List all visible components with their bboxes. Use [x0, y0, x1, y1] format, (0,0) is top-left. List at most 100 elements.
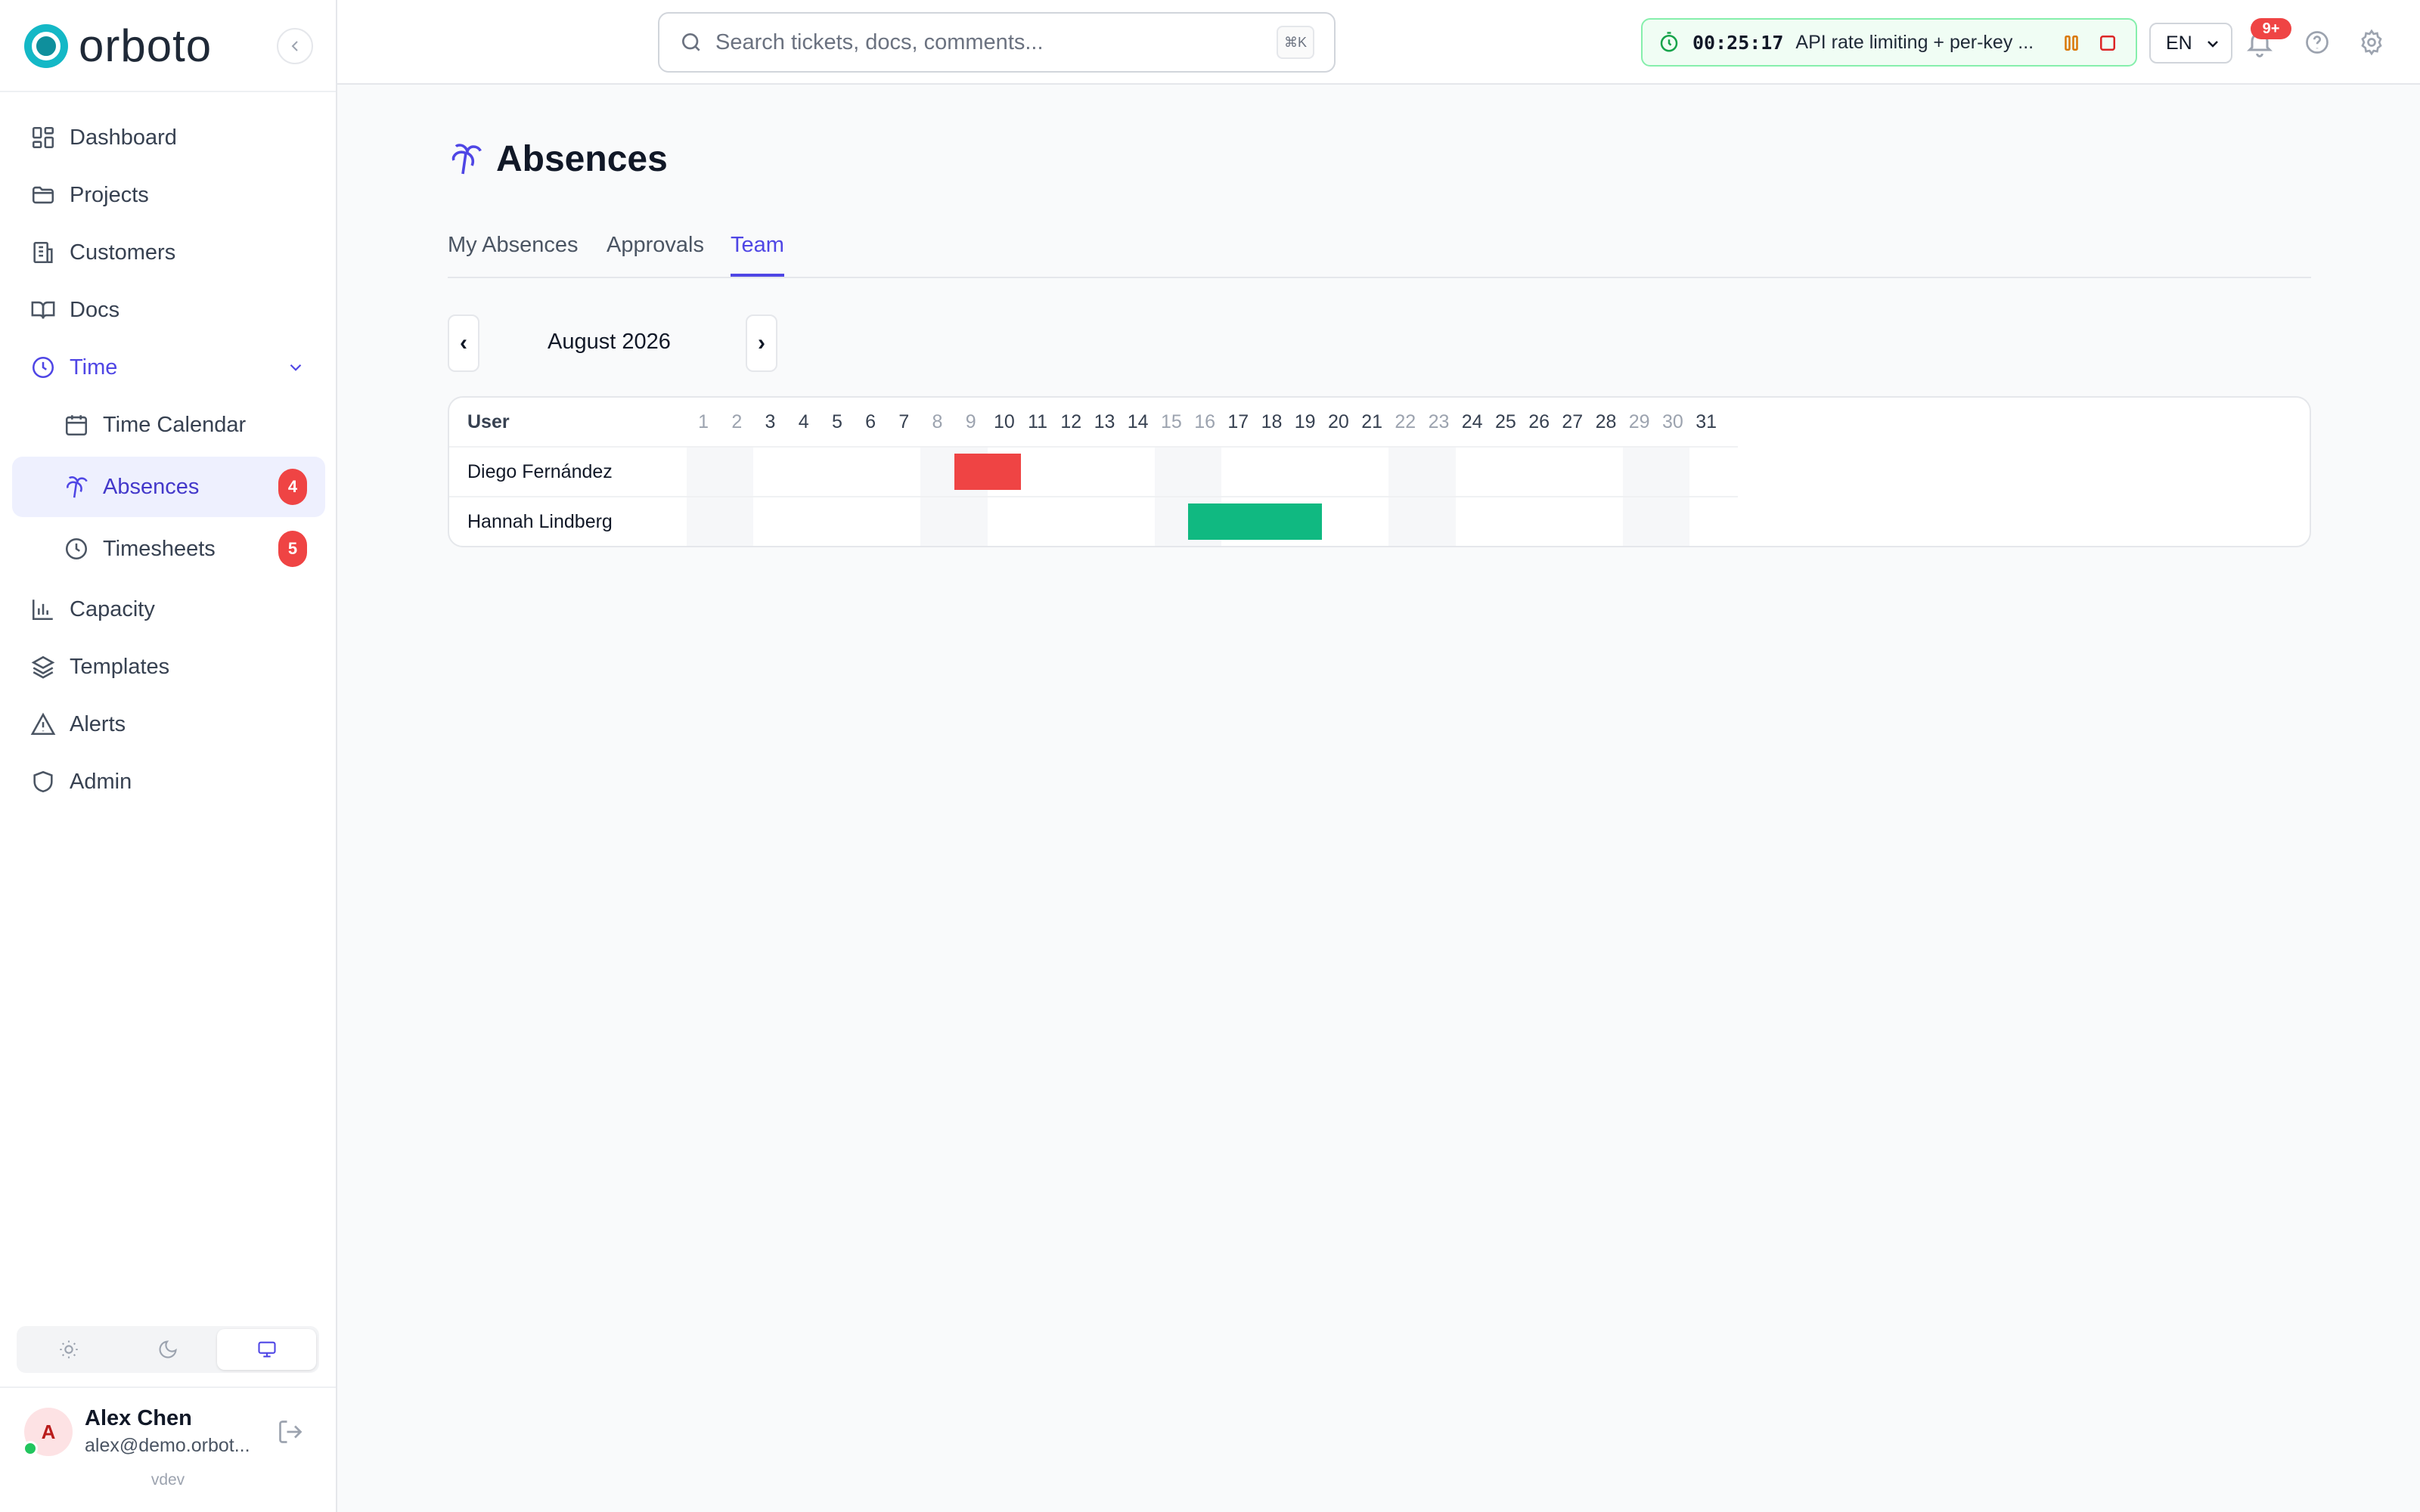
clock-icon	[32, 356, 54, 379]
day-column-header: 8	[932, 411, 943, 432]
day-column-header: 30	[1661, 411, 1683, 432]
monitor-icon	[258, 1341, 276, 1358]
sidebar-item-dashboard[interactable]: Dashboard	[12, 109, 325, 166]
timer-elapsed: 00:25:17	[1692, 31, 1784, 54]
page-title: Absences	[496, 138, 668, 179]
sidebar-item-label: Admin	[70, 769, 132, 794]
weekend-column	[1154, 448, 1188, 546]
sidebar-item-label: Projects	[70, 182, 149, 207]
weekend-column	[920, 448, 954, 546]
prev-month-button[interactable]: ‹	[448, 314, 479, 372]
absences-count-badge: 4	[278, 469, 307, 505]
language-select[interactable]: EN	[2149, 23, 2232, 64]
running-timer[interactable]: 00:25:17 API rate limiting + per-key ...	[1641, 18, 2137, 67]
row-divider	[449, 496, 1738, 497]
language-selected-value: EN	[2166, 32, 2192, 54]
sidebar-item-timesheets[interactable]: Timesheets 5	[12, 520, 325, 578]
sidebar-divider	[0, 1387, 336, 1388]
search-icon	[682, 33, 700, 51]
online-status-dot	[23, 1441, 38, 1456]
day-column-header: 17	[1227, 411, 1249, 432]
sidebar: orboto Dashboard Projects Customers Docs…	[0, 0, 337, 1512]
chevron-down-icon	[2207, 41, 2218, 48]
day-column-header: 22	[1395, 411, 1416, 432]
tab-team[interactable]: Team	[731, 233, 784, 277]
day-column-header: 13	[1094, 411, 1115, 432]
weekend-column	[1388, 448, 1423, 546]
topbar: ⌘K 00:25:17 API rate limiting + per-key …	[337, 0, 2420, 85]
search-shortcut-hint: ⌘K	[1277, 26, 1314, 59]
next-month-button[interactable]: ›	[746, 314, 777, 372]
day-column-header: 18	[1261, 411, 1283, 432]
sidebar-item-label: Templates	[70, 654, 170, 679]
sidebar-item-label: Absences	[103, 474, 200, 499]
stop-icon[interactable]	[2096, 32, 2119, 54]
help-icon[interactable]	[2304, 29, 2331, 56]
current-month-label: August 2026	[548, 330, 671, 354]
search-input[interactable]	[715, 29, 1245, 55]
sidebar-item-label: Time	[70, 355, 118, 380]
dashboard-icon	[32, 126, 54, 149]
theme-dark-button[interactable]	[119, 1329, 218, 1370]
day-column-header: 25	[1494, 411, 1516, 432]
day-column-header: 28	[1595, 411, 1617, 432]
sidebar-item-label: Capacity	[70, 596, 155, 621]
sidebar-divider	[0, 91, 336, 92]
timer-task-name: API rate limiting + per-key ...	[1795, 31, 2034, 53]
day-column-header: 1	[698, 411, 709, 432]
sidebar-item-label: Docs	[70, 297, 120, 322]
user-card: A Alex Chen alex@demo.orbot...	[23, 1406, 319, 1459]
bar-chart-icon	[32, 600, 53, 621]
team-row-user-name: Hannah Lindberg	[467, 511, 613, 532]
sidebar-item-projects[interactable]: Projects	[12, 166, 325, 224]
absence-bar[interactable]	[954, 454, 1021, 490]
sidebar-item-alerts[interactable]: Alerts	[12, 696, 325, 753]
page-header: Absences	[448, 136, 668, 181]
theme-switcher	[17, 1326, 319, 1373]
absence-tabs: My Absences Approvals Team	[448, 224, 2311, 278]
brand-name: orboto	[79, 20, 213, 71]
theme-light-button[interactable]	[20, 1329, 119, 1370]
sidebar-item-customers[interactable]: Customers	[12, 224, 325, 281]
theme-system-button[interactable]	[217, 1329, 317, 1370]
brand-logo[interactable]: orboto	[24, 20, 213, 71]
collapse-sidebar-button[interactable]	[277, 28, 313, 64]
search-box[interactable]: ⌘K	[658, 12, 1336, 73]
day-column-header: 14	[1127, 411, 1149, 432]
weekend-column	[720, 448, 754, 546]
team-row-user-name: Diego Fernández	[467, 461, 613, 482]
day-column-header: 20	[1327, 411, 1349, 432]
sidebar-item-admin[interactable]: Admin	[12, 753, 325, 810]
absence-bar[interactable]	[1188, 503, 1322, 540]
tab-approvals[interactable]: Approvals	[607, 233, 704, 277]
shield-icon	[33, 770, 53, 793]
weekend-column	[1422, 448, 1456, 546]
sidebar-item-time[interactable]: Time	[12, 339, 325, 396]
sidebar-item-capacity[interactable]: Capacity	[12, 581, 325, 638]
day-column-header: 4	[798, 411, 809, 432]
sidebar-item-docs[interactable]: Docs	[12, 281, 325, 339]
pause-icon[interactable]	[2060, 32, 2083, 54]
building-icon	[33, 241, 53, 264]
day-column-header: 2	[731, 411, 743, 432]
day-column-header: 10	[993, 411, 1015, 432]
header-divider	[449, 446, 1738, 448]
app-version: vdev	[150, 1471, 185, 1489]
sidebar-item-label: Time Calendar	[103, 412, 247, 437]
day-column-header: 29	[1628, 411, 1650, 432]
sidebar-item-time-calendar[interactable]: Time Calendar	[12, 396, 325, 454]
palm-tree-icon	[451, 144, 482, 175]
palm-tree-icon	[67, 476, 88, 498]
logout-icon[interactable]	[277, 1418, 304, 1445]
user-name: Alex Chen	[85, 1406, 192, 1430]
day-column-header: 27	[1562, 411, 1584, 432]
sidebar-item-label: Customers	[70, 240, 176, 265]
sidebar-item-templates[interactable]: Templates	[12, 638, 325, 696]
tab-my-absences[interactable]: My Absences	[448, 233, 578, 277]
calendar-icon	[65, 415, 88, 436]
day-column-header: 6	[865, 411, 876, 432]
day-column-header: 16	[1194, 411, 1215, 432]
gear-icon[interactable]	[2358, 29, 2385, 56]
sidebar-item-absences[interactable]: Absences 4	[12, 457, 325, 517]
day-column-header: 31	[1696, 411, 1717, 432]
